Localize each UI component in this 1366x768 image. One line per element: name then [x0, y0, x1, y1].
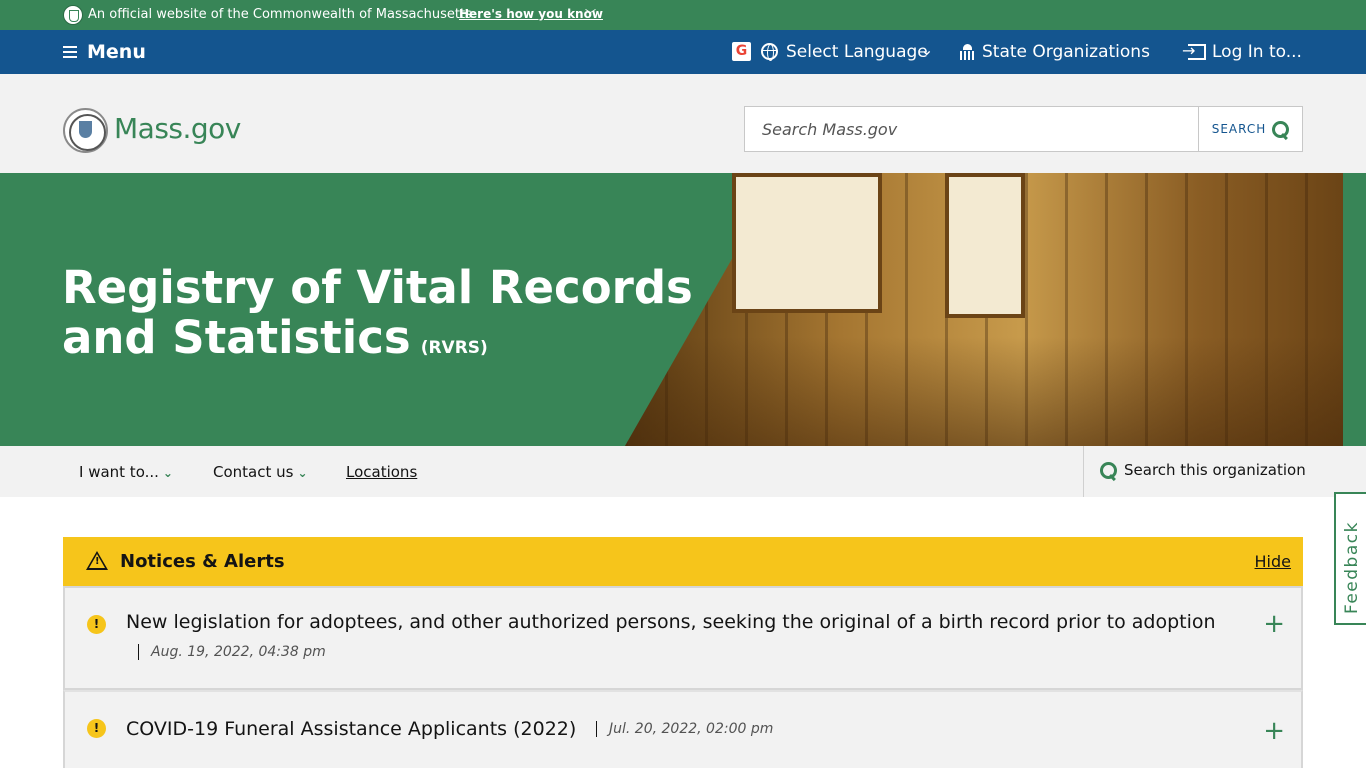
chevron-down-icon: ⌄ [297, 466, 308, 480]
alert-exclamation-icon: ! [87, 719, 106, 738]
courtroom-window [732, 173, 882, 313]
contact-us-dropdown[interactable]: Contact us ⌄ [213, 463, 308, 481]
chevron-down-icon: ﹀ [585, 8, 596, 21]
page-title-abbreviation: (RVRS) [420, 338, 488, 358]
alert-title[interactable]: New legislation for adoptees, and other … [126, 611, 1216, 633]
search-icon [1100, 461, 1117, 479]
search-organization-label: Search this organization [1124, 461, 1306, 479]
i-want-to-dropdown[interactable]: I want to... ⌄ [79, 463, 173, 481]
official-text: An official website of the Commonwealth … [88, 7, 472, 22]
select-language-button[interactable]: Select Language [786, 42, 928, 62]
chevron-down-icon: ⌄ [162, 466, 173, 480]
heres-how-you-know-link[interactable]: Here's how you know [459, 7, 603, 21]
search-icon [1272, 120, 1290, 138]
globe-icon [761, 43, 778, 61]
alerts-title: Notices & Alerts [120, 551, 285, 572]
page-title-text: Registry of Vital Records and Statistics [62, 261, 693, 364]
contact-us-label: Contact us [213, 463, 294, 481]
mass-gov-logo-text[interactable]: Mass.gov [114, 112, 241, 145]
capitol-building-icon [960, 44, 975, 60]
organization-nav: I want to... ⌄ Contact us ⌄ Locations Sear… [0, 446, 1366, 497]
search-organization-button[interactable]: Search this organization [1100, 461, 1306, 479]
expand-plus-icon[interactable]: + [1263, 611, 1285, 637]
chevron-down-icon: ⌄ [920, 40, 934, 59]
feedback-tab[interactable]: Feedback [1334, 492, 1366, 625]
hero-edge [1343, 173, 1366, 446]
alert-date: Jul. 20, 2022, 02:00 pm [596, 721, 773, 737]
alert-item[interactable]: ! New legislation for adoptees, and othe… [63, 586, 1303, 690]
i-want-to-label: I want to... [79, 463, 159, 481]
nav-divider [1083, 446, 1084, 497]
hero-banner: Registry of Vital Records and Statistics… [0, 173, 1366, 446]
official-banner: An official website of the Commonwealth … [0, 0, 1366, 30]
menu-button[interactable]: Menu [63, 41, 146, 63]
hamburger-icon [63, 46, 77, 58]
warning-mark: ! [95, 556, 100, 567]
site-search-box [744, 106, 1199, 152]
page-title: Registry of Vital Records and Statistics… [62, 263, 702, 373]
hide-alerts-link[interactable]: Hide [1255, 552, 1291, 571]
notices-alerts: ! Notices & Alerts Hide ! New legislatio… [63, 537, 1303, 768]
utility-nav: Menu G Select Language ⌄ State Organizat… [0, 30, 1366, 74]
site-search-button[interactable]: SEARCH [1198, 106, 1303, 152]
courtroom-window [945, 173, 1025, 318]
alert-date: Aug. 19, 2022, 04:38 pm [138, 644, 326, 660]
alert-exclamation-icon: ! [87, 615, 106, 634]
site-header: Mass.gov SEARCH [0, 74, 1366, 173]
state-organizations-button[interactable]: State Organizations [982, 42, 1150, 62]
google-translate-icon: G [732, 42, 751, 61]
alert-item[interactable]: ! COVID-19 Funeral Assistance Applicants… [63, 690, 1303, 768]
massachusetts-seal-logo[interactable] [63, 108, 108, 153]
alert-title[interactable]: COVID-19 Funeral Assistance Applicants (… [126, 718, 576, 740]
login-icon [1182, 41, 1206, 60]
alerts-header: ! Notices & Alerts Hide [63, 537, 1303, 586]
expand-plus-icon[interactable]: + [1263, 718, 1285, 744]
menu-label: Menu [87, 41, 146, 63]
search-button-label: SEARCH [1211, 122, 1267, 136]
feedback-label: Feedback [1342, 521, 1362, 614]
state-seal-icon [63, 5, 83, 25]
site-search-input[interactable] [745, 107, 1198, 151]
locations-link[interactable]: Locations [346, 463, 417, 481]
login-button[interactable]: Log In to... [1212, 42, 1302, 62]
